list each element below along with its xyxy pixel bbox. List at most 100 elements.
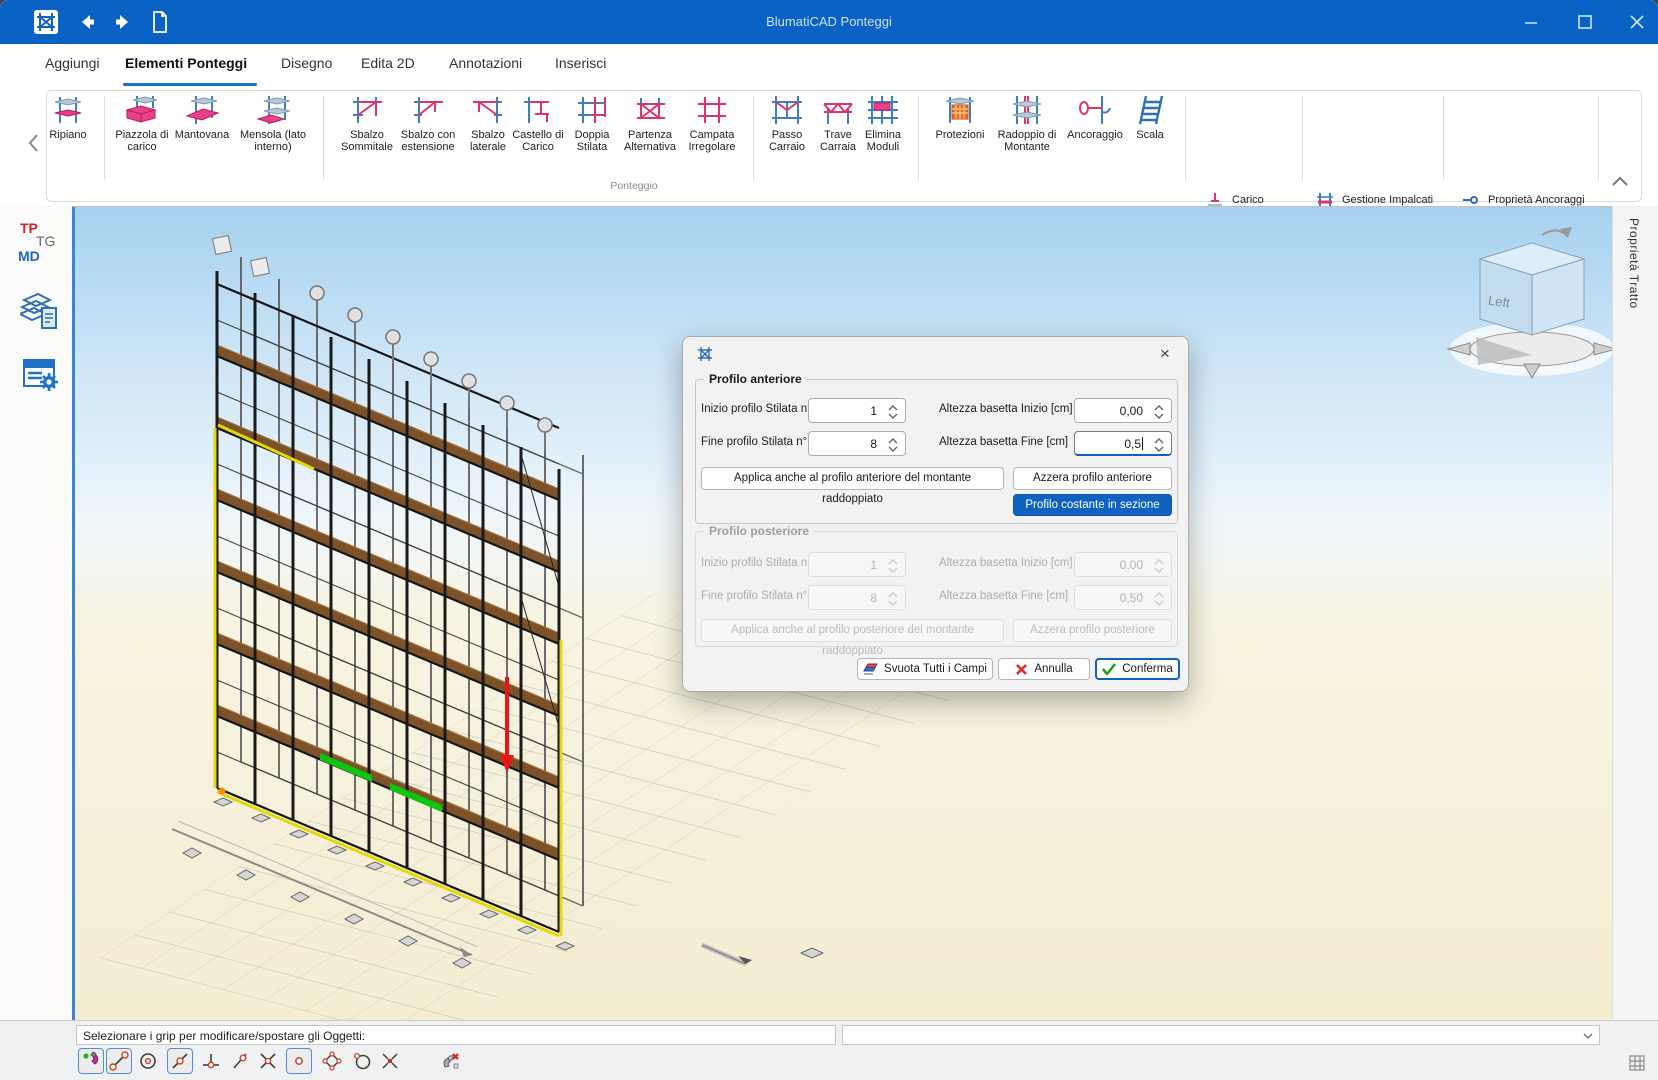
- text-caret: [1142, 437, 1143, 450]
- red-x-icon: [1015, 663, 1028, 676]
- inizio-profilo-input[interactable]: 1: [808, 398, 906, 423]
- ribbon-item-ancoraggio[interactable]: Ancoraggio: [1062, 94, 1128, 141]
- layers-icon[interactable]: [20, 288, 60, 337]
- spinner-arrows-icon[interactable]: [1153, 403, 1165, 421]
- chevron-down-icon[interactable]: [1581, 1029, 1595, 1043]
- ribbon-divider: [104, 96, 105, 180]
- tab-edita-2d[interactable]: Edita 2D: [361, 55, 415, 71]
- altezza-fine-input[interactable]: 0,5: [1074, 431, 1172, 456]
- close-icon[interactable]: [1622, 8, 1652, 36]
- profilo-dialog: × Profilo anteriore Inizio profilo Stila…: [682, 336, 1189, 692]
- applica-anteriore-button[interactable]: Applica anche al profilo anteriore del m…: [701, 467, 1004, 490]
- applica-posteriore-button: Applica anche al profilo posteriore del …: [701, 619, 1004, 642]
- fine-profilo-input[interactable]: 8: [808, 431, 906, 456]
- spinner-arrows-icon[interactable]: [887, 403, 899, 421]
- spinner-arrows-icon: [887, 590, 899, 608]
- ribbon-item-ripiano[interactable]: Ripiano: [38, 94, 98, 141]
- dialog-close-icon[interactable]: ×: [1156, 345, 1174, 363]
- snap-midpoint-icon[interactable]: [167, 1048, 193, 1074]
- tab-inserisci[interactable]: Inserisci: [555, 55, 606, 71]
- command-input[interactable]: [842, 1025, 1600, 1045]
- azzera-posteriore-button: Azzera profilo posteriore: [1013, 619, 1172, 642]
- snap-center-icon[interactable]: [135, 1048, 161, 1074]
- table-settings-icon[interactable]: [20, 354, 60, 399]
- right-panel-strip: Proprietà Tratto: [1612, 206, 1658, 1080]
- conferma-button[interactable]: Conferma: [1095, 658, 1180, 680]
- altezza-inizio-label: Altezza basetta Inizio [cm]: [939, 403, 1073, 415]
- maximize-icon[interactable]: [1570, 8, 1600, 36]
- ribbon-item-partenza-alternativa[interactable]: Partenza Alternativa: [613, 94, 687, 153]
- ribbon-item-passo-carraio[interactable]: Passo Carraio: [759, 94, 815, 153]
- left-tool-strip: TP TG MD: [0, 206, 72, 1080]
- snap-intersection-icon[interactable]: [255, 1048, 281, 1074]
- snap-nearest-icon[interactable]: [227, 1048, 253, 1074]
- altezza-inizio-posteriore-input: 0,00: [1074, 552, 1172, 577]
- ribbon-divider: [753, 96, 754, 180]
- tab-annotazioni[interactable]: Annotazioni: [449, 55, 522, 71]
- eraser-icon: [863, 663, 878, 676]
- ribbon-item-protezioni[interactable]: Protezioni: [928, 94, 992, 141]
- ribbon-divider: [1185, 96, 1186, 180]
- ribbon-item-radoppio-di-montante[interactable]: Radoppio di Montante: [989, 94, 1065, 153]
- layer-state-tool[interactable]: TP TG MD: [14, 220, 64, 276]
- ribbon-item-elimina-moduli[interactable]: Elimina Moduli: [856, 94, 910, 153]
- altezza-fine-posteriore-input: 0,50: [1074, 585, 1172, 610]
- app-window: BlumatiCAD Ponteggi Aggiungi Elementi Po…: [0, 0, 1658, 1080]
- spinner-arrows-icon: [1153, 590, 1165, 608]
- inizio-profilo-label: Inizio profilo Stilata n°: [701, 403, 812, 415]
- right-panel-tab[interactable]: Proprietà Tratto: [1627, 218, 1641, 309]
- ribbon-divider: [323, 96, 324, 180]
- grid-corner-icon[interactable]: [1628, 1054, 1646, 1077]
- green-check-icon: [1102, 663, 1116, 675]
- snap-node-icon[interactable]: [286, 1048, 312, 1074]
- spinner-arrows-icon[interactable]: [887, 436, 899, 454]
- ribbon-divider: [1598, 96, 1599, 180]
- ribbon-collapse-icon[interactable]: [1608, 172, 1632, 192]
- spinner-arrows-icon: [887, 557, 899, 575]
- fine-profilo-label: Fine profilo Stilata n°: [701, 436, 807, 448]
- altezza-fine-label: Altezza basetta Fine [cm]: [939, 436, 1068, 448]
- altezza-fine-posteriore-label: Altezza basetta Fine [cm]: [939, 590, 1068, 602]
- snap-tangent-icon[interactable]: [349, 1048, 375, 1074]
- snap-apparent-intersection-icon[interactable]: [377, 1048, 403, 1074]
- tab-elementi-ponteggi[interactable]: Elementi Ponteggi: [125, 55, 247, 71]
- snap-off-icon[interactable]: [438, 1048, 464, 1074]
- inizio-profilo-posteriore-label: Inizio profilo Stilata n°: [701, 557, 812, 569]
- minimize-icon[interactable]: [1516, 8, 1546, 36]
- ribbon-tab-bar: Aggiungi Elementi Ponteggi Disegno Edita…: [0, 44, 1658, 89]
- azzera-anteriore-button[interactable]: Azzera profilo anteriore: [1013, 467, 1172, 490]
- annulla-button[interactable]: Annulla: [998, 658, 1090, 680]
- altezza-inizio-posteriore-label: Altezza basetta Inizio [cm]: [939, 557, 1073, 569]
- ribbon-item-campata-irregolare[interactable]: Campata Irregolare: [679, 94, 745, 153]
- spinner-arrows-icon[interactable]: [1153, 436, 1165, 454]
- active-tab-underline: [123, 83, 257, 86]
- svuota-campi-button[interactable]: Svuota Tutti i Campi: [857, 658, 993, 680]
- command-prompt[interactable]: Selezionare i grip per modificare/sposta…: [76, 1025, 836, 1045]
- ribbon-item-mensola-lato-interno[interactable]: Mensola (lato interno): [233, 94, 313, 153]
- ribbon-item-sbalzo-con-estensione[interactable]: Sbalzo con estensione: [391, 94, 465, 153]
- group-legend: Profilo anteriore: [704, 372, 807, 386]
- nav-cube[interactable]: Left: [1448, 227, 1612, 378]
- scaffold-icon: [697, 346, 713, 365]
- tab-disegno[interactable]: Disegno: [281, 55, 332, 71]
- ribbon-item-doppia-stilata[interactable]: Doppia Stilata: [564, 94, 620, 153]
- ribbon-item-scala[interactable]: Scala: [1127, 94, 1173, 141]
- ribbon-item-castello-di-carico[interactable]: Castello di Carico: [508, 94, 568, 153]
- ribbon-item-mantovana[interactable]: Mantovana: [166, 94, 238, 141]
- ribbon-divider: [1443, 96, 1444, 180]
- ribbon-group-label: Ponteggio: [584, 180, 684, 192]
- snap-endpoint-icon[interactable]: [106, 1048, 132, 1074]
- nav-cube-label: Left: [1487, 293, 1511, 311]
- snap-perpendicular-icon[interactable]: [198, 1048, 224, 1074]
- snap-magnet-icon[interactable]: [78, 1048, 104, 1074]
- snap-quadrant-icon[interactable]: [319, 1048, 345, 1074]
- inizio-profilo-posteriore-input: 1: [808, 552, 906, 577]
- fine-profilo-posteriore-input: 8: [808, 585, 906, 610]
- tab-aggiungi[interactable]: Aggiungi: [45, 55, 100, 71]
- ribbon-divider: [1302, 96, 1303, 180]
- group-legend: Profilo posteriore: [704, 524, 814, 538]
- ribbon-divider: [918, 96, 919, 180]
- fine-profilo-posteriore-label: Fine profilo Stilata n°: [701, 590, 807, 602]
- altezza-inizio-input[interactable]: 0,00: [1074, 398, 1172, 423]
- profilo-costante-button[interactable]: Profilo costante in sezione: [1013, 494, 1172, 516]
